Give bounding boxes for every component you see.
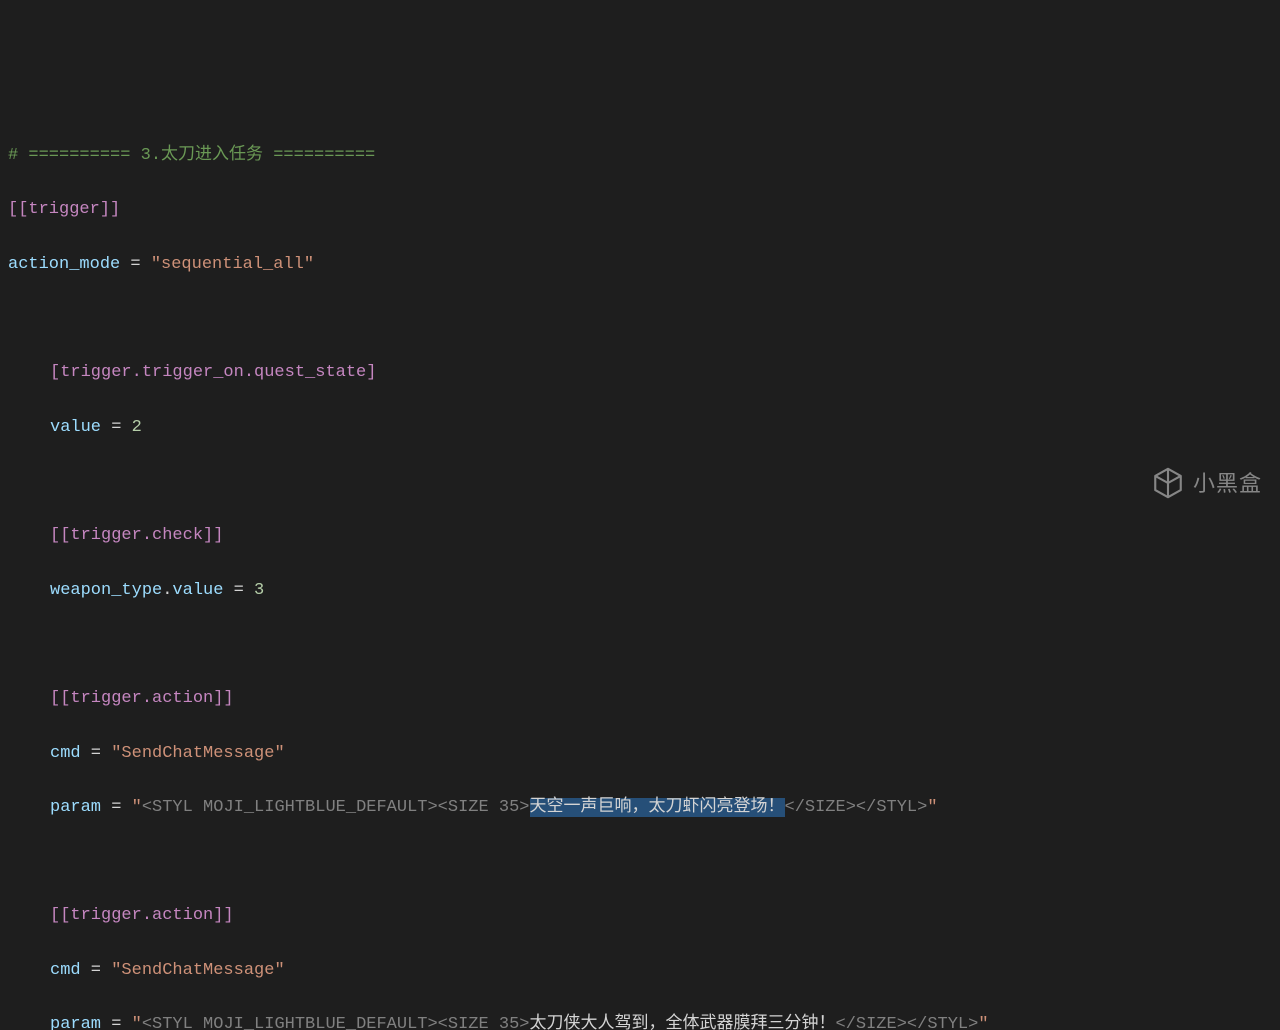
section-quest-state: [trigger.trigger_on.quest_state] <box>50 363 376 382</box>
operator-eq: = <box>120 255 151 274</box>
num-value: 2 <box>132 418 142 437</box>
value-cmd-2: "SendChatMessage" <box>111 961 284 980</box>
string-tag-close-1: </SIZE></STYL> <box>785 798 928 817</box>
key-value: value <box>50 418 101 437</box>
comment-line: # ========== 3.太刀进入任务 ========== <box>8 146 375 165</box>
key-param-1: param <box>50 798 101 817</box>
key-action-mode: action_mode <box>8 255 120 274</box>
section-trigger-check: [[trigger.check]] <box>50 526 223 545</box>
string-tag-close-2: </SIZE></STYL> <box>836 1015 979 1030</box>
section-trigger: [[trigger]] <box>8 200 120 219</box>
key-weapon-type-value: value <box>172 581 223 600</box>
num-weapon-type: 3 <box>254 581 264 600</box>
selected-text[interactable]: 天空一声巨响，太刀虾闪亮登场！ <box>530 798 785 817</box>
string-tag-open-1: <STYL MOJI_LIGHTBLUE_DEFAULT><SIZE 35> <box>142 798 530 817</box>
key-param-2: param <box>50 1015 101 1030</box>
key-cmd-2: cmd <box>50 961 81 980</box>
value-action-mode: "sequential_all" <box>151 255 314 274</box>
key-cmd-1: cmd <box>50 744 81 763</box>
value-cmd-1: "SendChatMessage" <box>111 744 284 763</box>
section-trigger-action-2: [[trigger.action]] <box>50 906 234 925</box>
code-editor[interactable]: # ========== 3.太刀进入任务 ========== [[trigg… <box>8 115 1272 1030</box>
param2-text: 太刀侠大人驾到，全体武器膜拜三分钟！ <box>530 1015 836 1030</box>
key-weapon-type: weapon_type <box>50 581 162 600</box>
string-tag-open-2: <STYL MOJI_LIGHTBLUE_DEFAULT><SIZE 35> <box>142 1015 530 1030</box>
section-trigger-action-1: [[trigger.action]] <box>50 689 234 708</box>
